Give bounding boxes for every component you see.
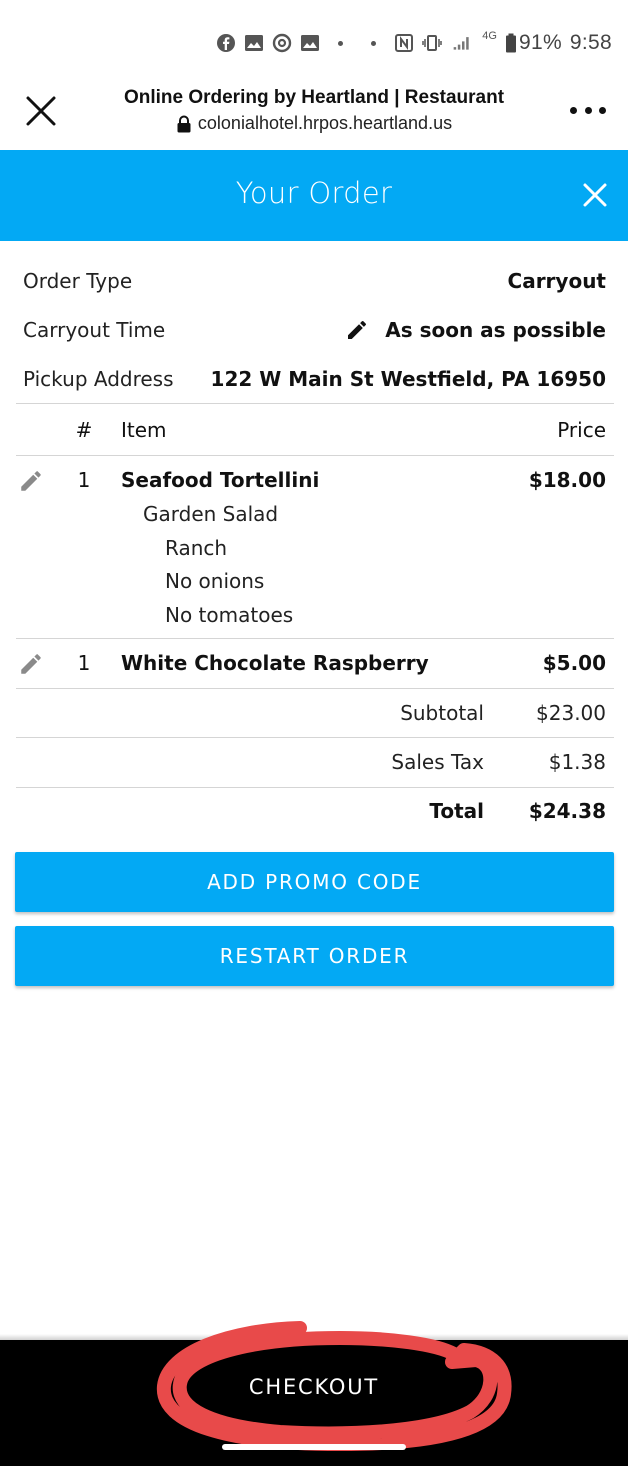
battery-percent: 91% <box>518 31 562 54</box>
url-text: colonialhotel.hrpos.heartland.us <box>197 113 453 133</box>
add-promo-code-button[interactable]: ADD PROMO CODE <box>15 852 614 912</box>
sales-tax-row: Sales Tax $1.38 <box>16 750 614 776</box>
order-header: Your Order <box>0 150 628 241</box>
table-header: # Item Price <box>16 418 614 444</box>
pickup-address-row: Pickup Address 122 W Main St Westfield, … <box>16 359 614 399</box>
carryout-time-edit[interactable]: As soon as possible <box>345 318 606 342</box>
divider <box>16 455 614 456</box>
subtotal-row: Subtotal $23.00 <box>16 701 614 727</box>
signal-icon <box>450 33 474 53</box>
browser-url: colonialhotel.hrpos.heartland.us <box>0 113 628 134</box>
item-quantity: 1 <box>77 651 91 675</box>
divider <box>16 403 614 404</box>
subtotal-value: $23.00 <box>536 701 606 725</box>
pencil-icon[interactable] <box>18 651 44 677</box>
item-name: White Chocolate Raspberry <box>121 651 429 675</box>
sales-tax-label: Sales Tax <box>391 750 484 774</box>
network-type: 4G <box>482 30 497 42</box>
item-modifier: No onions <box>165 569 265 593</box>
threads-icon <box>272 33 292 53</box>
order-type-row: Order Type Carryout <box>16 261 614 301</box>
status-bar: 4G 91% 9:58 <box>0 0 628 78</box>
status-icons: 4G 91% 9:58 <box>216 28 612 58</box>
carryout-time-value: As soon as possible <box>385 318 606 342</box>
notification-dot-icon <box>338 40 344 46</box>
column-header-number: # <box>75 418 93 442</box>
home-indicator <box>222 1444 406 1450</box>
table-row: 1 Seafood Tortellini $18.00 Garden Salad… <box>16 468 614 628</box>
divider <box>16 737 614 738</box>
facebook-icon <box>216 33 236 53</box>
order-type-value: Carryout <box>507 269 606 293</box>
item-modifier: No tomatoes <box>165 603 294 627</box>
pencil-icon[interactable] <box>18 468 44 494</box>
edit-item-button[interactable] <box>18 651 48 681</box>
subtotal-label: Subtotal <box>400 701 484 725</box>
checkout-button[interactable]: CHECKOUT <box>200 1362 428 1412</box>
gallery-icon <box>300 33 320 53</box>
divider <box>16 638 614 639</box>
pickup-address-value: 122 W Main St Westfield, PA 16950 <box>210 367 606 391</box>
column-header-price: Price <box>557 418 606 442</box>
pickup-address-label: Pickup Address <box>23 367 174 391</box>
notification-dot-icon <box>371 40 377 46</box>
clock: 9:58 <box>569 31 612 54</box>
browser-header: Online Ordering by Heartland | Restauran… <box>0 78 628 150</box>
order-type-label: Order Type <box>23 269 133 293</box>
vibrate-icon <box>422 33 443 53</box>
carryout-time-label: Carryout Time <box>23 318 166 342</box>
total-value: $24.38 <box>528 799 606 823</box>
item-side: Garden Salad <box>143 502 279 526</box>
pencil-icon[interactable] <box>345 318 369 342</box>
edit-item-button[interactable] <box>18 468 48 498</box>
item-modifier: Ranch <box>165 536 228 560</box>
item-price: $5.00 <box>542 651 606 675</box>
total-label: Total <box>429 799 484 823</box>
carryout-time-row: Carryout Time As soon as possible <box>16 310 614 350</box>
close-icon[interactable] <box>582 182 608 208</box>
item-price: $18.00 <box>528 468 606 492</box>
battery-icon <box>505 33 517 53</box>
restart-order-button[interactable]: RESTART ORDER <box>15 926 614 986</box>
column-header-item: Item <box>121 418 167 442</box>
browser-page-title: Online Ordering by Heartland | Restauran… <box>123 87 505 108</box>
item-name: Seafood Tortellini <box>121 468 320 492</box>
total-row: Total $24.38 <box>16 799 614 825</box>
lock-icon <box>176 115 192 133</box>
sales-tax-value: $1.38 <box>548 750 606 774</box>
divider <box>16 688 614 689</box>
divider <box>16 787 614 788</box>
nfc-icon <box>394 33 414 53</box>
more-options-icon[interactable] <box>570 104 606 116</box>
gallery-icon <box>244 33 264 53</box>
table-row: 1 White Chocolate Raspberry $5.00 <box>16 651 614 677</box>
item-quantity: 1 <box>77 468 91 492</box>
order-title: Your Order <box>235 176 393 210</box>
